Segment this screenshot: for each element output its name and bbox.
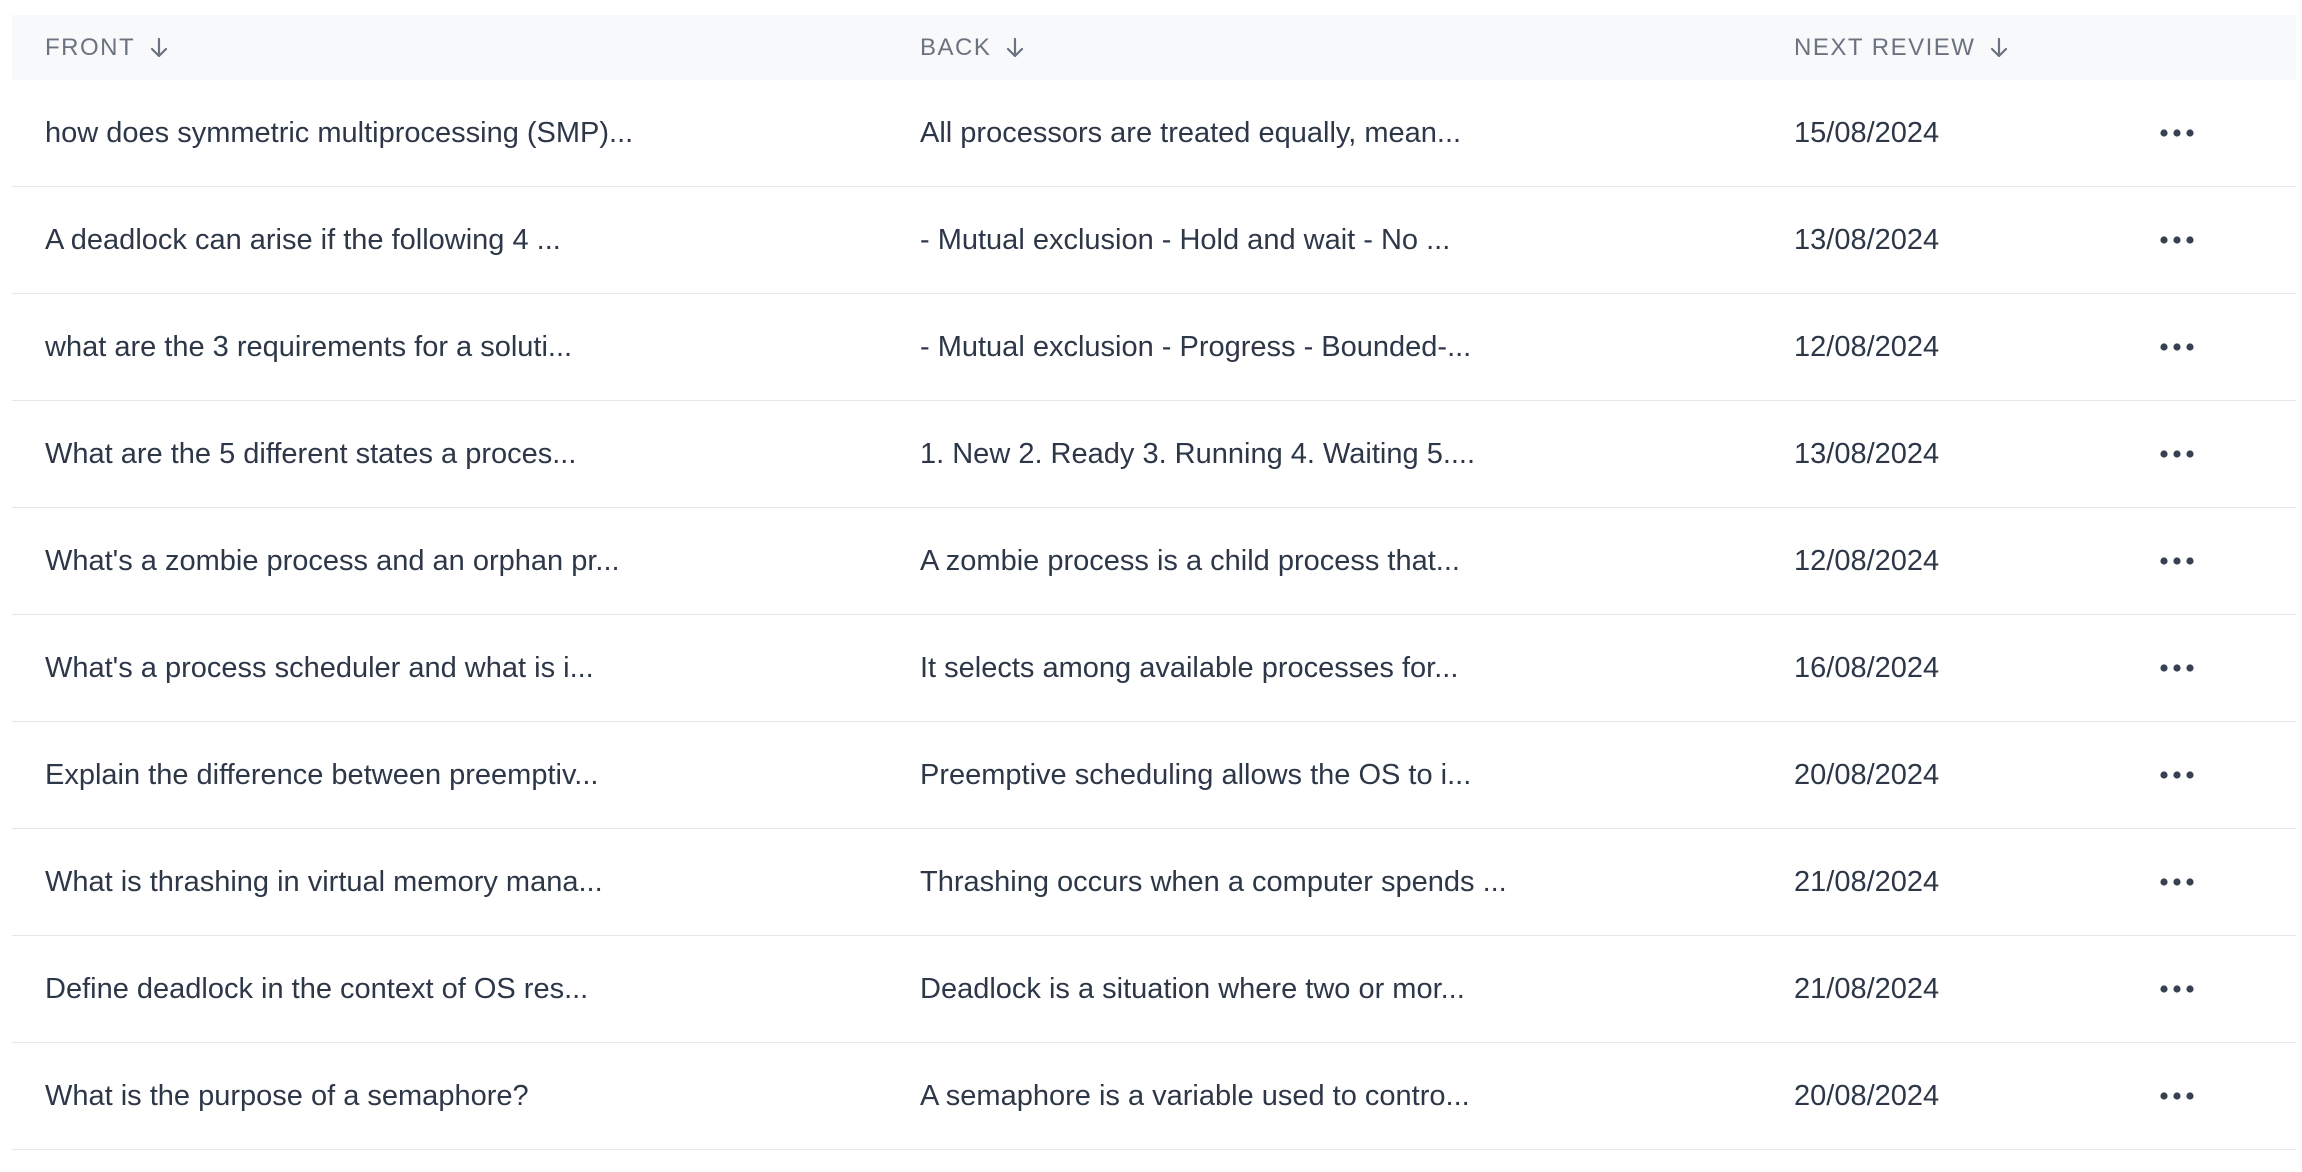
table-row[interactable]: What's a process scheduler and what is i… bbox=[12, 615, 2296, 722]
table-row[interactable]: What are the 5 different states a proces… bbox=[12, 401, 2296, 508]
flashcards-table: FRONT BACK NEXT REVIEW how does symmetri… bbox=[12, 15, 2296, 1150]
front-cell: Define deadlock in the context of OS res… bbox=[45, 972, 589, 1005]
back-cell: Thrashing occurs when a computer spends … bbox=[920, 865, 1507, 898]
next-review-cell: 21/08/2024 bbox=[1794, 972, 1940, 1005]
arrow-down-icon bbox=[1989, 36, 2009, 60]
row-actions-button[interactable] bbox=[2153, 652, 2201, 684]
back-cell: A semaphore is a variable used to contro… bbox=[920, 1079, 1470, 1112]
front-cell: What's a process scheduler and what is i… bbox=[45, 651, 594, 684]
column-header-back-label: BACK bbox=[920, 33, 992, 61]
back-cell: - Mutual exclusion - Progress - Bounded-… bbox=[920, 330, 1472, 363]
more-horizontal-icon bbox=[2160, 557, 2194, 565]
front-cell: A deadlock can arise if the following 4 … bbox=[45, 223, 561, 256]
row-actions-button[interactable] bbox=[2153, 1080, 2201, 1112]
more-horizontal-icon bbox=[2160, 771, 2194, 779]
back-cell: It selects among available processes for… bbox=[920, 651, 1459, 684]
table-row[interactable]: how does symmetric multiprocessing (SMP)… bbox=[12, 80, 2296, 187]
row-actions-button[interactable] bbox=[2153, 866, 2201, 898]
back-cell: 1. New 2. Ready 3. Running 4. Waiting 5.… bbox=[920, 437, 1476, 470]
front-cell: What are the 5 different states a proces… bbox=[45, 437, 577, 470]
front-cell: what are the 3 requirements for a soluti… bbox=[45, 330, 573, 363]
front-cell: how does symmetric multiprocessing (SMP)… bbox=[45, 116, 634, 149]
next-review-cell: 12/08/2024 bbox=[1794, 544, 1940, 577]
row-actions-button[interactable] bbox=[2153, 224, 2201, 256]
back-cell: All processors are treated equally, mean… bbox=[920, 116, 1462, 149]
back-cell: A zombie process is a child process that… bbox=[920, 544, 1460, 577]
next-review-cell: 21/08/2024 bbox=[1794, 865, 1940, 898]
column-header-back[interactable]: BACK bbox=[920, 34, 1025, 62]
column-header-next-review[interactable]: NEXT REVIEW bbox=[1794, 34, 2009, 62]
front-cell: What is the purpose of a semaphore? bbox=[45, 1079, 529, 1112]
front-cell: Explain the difference between preemptiv… bbox=[45, 758, 599, 791]
row-actions-button[interactable] bbox=[2153, 545, 2201, 577]
front-cell: What's a zombie process and an orphan pr… bbox=[45, 544, 620, 577]
back-cell: Preemptive scheduling allows the OS to i… bbox=[920, 758, 1472, 791]
row-actions-button[interactable] bbox=[2153, 759, 2201, 791]
table-row[interactable]: what are the 3 requirements for a soluti… bbox=[12, 294, 2296, 401]
row-actions-button[interactable] bbox=[2153, 973, 2201, 1005]
table-body: how does symmetric multiprocessing (SMP)… bbox=[12, 80, 2296, 1150]
column-header-front[interactable]: FRONT bbox=[45, 34, 169, 62]
next-review-cell: 15/08/2024 bbox=[1794, 116, 1940, 149]
next-review-cell: 13/08/2024 bbox=[1794, 223, 1940, 256]
arrow-down-icon bbox=[149, 36, 169, 60]
more-horizontal-icon bbox=[2160, 985, 2194, 993]
more-horizontal-icon bbox=[2160, 664, 2194, 672]
next-review-cell: 16/08/2024 bbox=[1794, 651, 1940, 684]
table-row[interactable]: A deadlock can arise if the following 4 … bbox=[12, 187, 2296, 294]
next-review-cell: 13/08/2024 bbox=[1794, 437, 1940, 470]
front-cell: What is thrashing in virtual memory mana… bbox=[45, 865, 603, 898]
row-actions-button[interactable] bbox=[2153, 117, 2201, 149]
column-header-next-review-label: NEXT REVIEW bbox=[1794, 33, 1976, 61]
row-actions-button[interactable] bbox=[2153, 331, 2201, 363]
next-review-cell: 20/08/2024 bbox=[1794, 758, 1940, 791]
more-horizontal-icon bbox=[2160, 129, 2194, 137]
table-header: FRONT BACK NEXT REVIEW bbox=[12, 15, 2296, 80]
table-row[interactable]: Define deadlock in the context of OS res… bbox=[12, 936, 2296, 1043]
more-horizontal-icon bbox=[2160, 450, 2194, 458]
table-row[interactable]: What's a zombie process and an orphan pr… bbox=[12, 508, 2296, 615]
more-horizontal-icon bbox=[2160, 343, 2194, 351]
table-row[interactable]: Explain the difference between preemptiv… bbox=[12, 722, 2296, 829]
more-horizontal-icon bbox=[2160, 1092, 2194, 1100]
back-cell: Deadlock is a situation where two or mor… bbox=[920, 972, 1465, 1005]
table-row[interactable]: What is thrashing in virtual memory mana… bbox=[12, 829, 2296, 936]
row-actions-button[interactable] bbox=[2153, 438, 2201, 470]
column-header-front-label: FRONT bbox=[45, 33, 136, 61]
more-horizontal-icon bbox=[2160, 236, 2194, 244]
table-row[interactable]: What is the purpose of a semaphore? A se… bbox=[12, 1043, 2296, 1150]
back-cell: - Mutual exclusion - Hold and wait - No … bbox=[920, 223, 1451, 256]
next-review-cell: 12/08/2024 bbox=[1794, 330, 1940, 363]
next-review-cell: 20/08/2024 bbox=[1794, 1079, 1940, 1112]
arrow-down-icon bbox=[1005, 36, 1025, 60]
more-horizontal-icon bbox=[2160, 878, 2194, 886]
